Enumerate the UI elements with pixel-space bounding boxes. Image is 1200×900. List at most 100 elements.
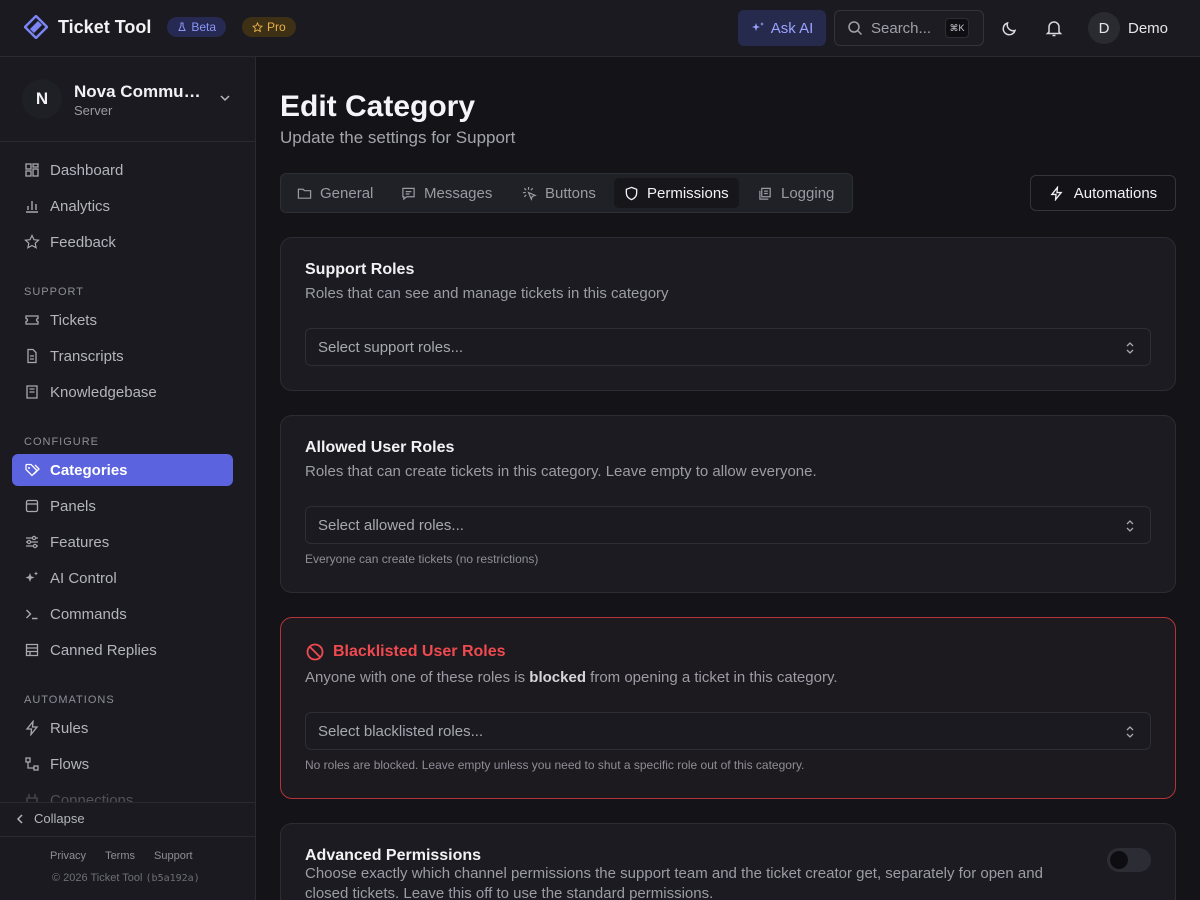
sidebar-item-label: Flows	[50, 755, 90, 773]
terms-link[interactable]: Terms	[105, 850, 135, 862]
sidebar-item-ai-control[interactable]: AI Control	[12, 562, 233, 594]
support-roles-select[interactable]: Select support roles...	[305, 328, 1151, 366]
top-bar: Ticket Tool Beta Pro Ask AI Search... ⌘K…	[0, 0, 1200, 57]
tab-logging[interactable]: Logging	[748, 178, 844, 208]
sparkles-icon	[25, 571, 38, 582]
ticket-tool-logo-icon	[24, 15, 48, 39]
sidebar-item-label: Canned Replies	[50, 641, 157, 659]
sidebar-item-label: Analytics	[50, 197, 111, 215]
sidebar-item-commands[interactable]: Commands	[12, 598, 233, 630]
sidebar-item-transcripts[interactable]: Transcripts	[12, 340, 233, 372]
tab-label: Buttons	[545, 184, 596, 202]
sidebar-item-knowledgebase[interactable]: Knowledgebase	[12, 376, 233, 408]
server-switcher[interactable]: N Nova Community Server	[0, 57, 255, 142]
footer-links: Privacy Terms Support	[50, 850, 193, 862]
beta-badge: Beta	[167, 17, 227, 37]
user-name: Demo	[1128, 19, 1169, 37]
sidebar-item-canned-replies[interactable]: Canned Replies	[12, 634, 233, 666]
sidebar-item-analytics[interactable]: Analytics	[12, 190, 233, 222]
ban-icon	[306, 643, 324, 661]
sidebar-item-label: Panels	[50, 497, 96, 515]
ticket-icon	[25, 315, 39, 325]
sidebar-item-categories[interactable]: Categories	[12, 454, 233, 486]
bolt-icon	[25, 720, 39, 736]
pro-badge: Pro	[242, 17, 296, 37]
user-menu[interactable]: D Demo	[1088, 12, 1168, 44]
card-description: Roles that can create tickets in this ca…	[305, 463, 817, 480]
flow-icon	[25, 757, 39, 771]
sidebar-item-label: Rules	[50, 719, 89, 737]
avatar: D	[1088, 12, 1120, 44]
bolt-icon	[1050, 185, 1063, 201]
tab-label: General	[320, 184, 374, 202]
sidebar-item-label: Categories	[50, 461, 128, 479]
blacklisted-roles-select[interactable]: Select blacklisted roles...	[305, 712, 1151, 750]
search-input[interactable]: Search... ⌘K	[834, 10, 984, 46]
terminal-icon	[26, 609, 38, 620]
tab-permissions[interactable]: Permissions	[614, 178, 739, 208]
automations-label: Automations	[1073, 184, 1158, 202]
ask-ai-button[interactable]: Ask AI	[738, 10, 826, 46]
sidebar-item-rules[interactable]: Rules	[12, 712, 233, 744]
sidebar-item-label: Transcripts	[50, 347, 124, 365]
support-link[interactable]: Support	[154, 850, 193, 862]
automations-button[interactable]: Automations	[1030, 175, 1176, 211]
select-placeholder: Select support roles...	[318, 338, 464, 356]
sidebar-item-label: Commands	[50, 605, 127, 623]
dashboard-icon	[25, 163, 39, 177]
search-placeholder: Search...	[871, 19, 932, 37]
tab-messages[interactable]: Messages	[391, 178, 502, 208]
tab-label: Messages	[424, 184, 493, 202]
allowed-roles-select[interactable]: Select allowed roles...	[305, 506, 1151, 544]
ask-ai-label: Ask AI	[770, 19, 814, 37]
brand[interactable]: Ticket Tool Beta Pro	[24, 15, 296, 39]
sidebar-item-panels[interactable]: Panels	[12, 490, 233, 522]
advanced-permissions-toggle[interactable]	[1107, 848, 1151, 872]
notifications-button[interactable]	[1044, 18, 1064, 38]
card-description: Choose exactly which channel permissions…	[305, 865, 1043, 900]
card-description: Roles that can see and manage tickets in…	[305, 285, 669, 302]
sidebar-item-flows[interactable]: Flows	[12, 748, 233, 780]
privacy-link[interactable]: Privacy	[50, 850, 86, 862]
tab-general[interactable]: General	[287, 178, 383, 208]
theme-toggle-button[interactable]	[1000, 18, 1020, 38]
copyright-text: © 2026 Ticket Tool	[52, 872, 143, 884]
server-avatar: N	[22, 79, 62, 119]
tab-bar: General Messages Buttons Permissions Log…	[280, 173, 853, 213]
nav-section-support: SUPPORT	[24, 286, 84, 298]
tags-icon	[25, 463, 40, 477]
sidebar-item-label: AI Control	[50, 569, 117, 587]
select-placeholder: Select allowed roles...	[318, 516, 464, 534]
bell-icon	[1045, 21, 1063, 37]
star-icon	[24, 234, 40, 249]
app-name: Ticket Tool	[58, 16, 152, 37]
allowed-roles-hint: Everyone can create tickets (no restrict…	[305, 552, 539, 566]
chevrons-up-down-icon	[1126, 726, 1134, 738]
sidebar-item-feedback[interactable]: Feedback	[12, 226, 233, 258]
collapse-button[interactable]: Collapse	[14, 811, 85, 826]
select-placeholder: Select blacklisted roles...	[318, 722, 484, 740]
collapse-label: Collapse	[34, 811, 85, 826]
tab-label: Permissions	[647, 184, 729, 202]
build-hash: (b5a192a)	[145, 873, 200, 884]
divider	[0, 836, 255, 837]
support-roles-card: Support Roles Roles that can see and man…	[280, 237, 1176, 391]
card-title: Advanced Permissions	[305, 847, 482, 864]
chevrons-up-down-icon	[1126, 342, 1134, 354]
tab-buttons[interactable]: Buttons	[512, 178, 606, 208]
search-shortcut: ⌘K	[945, 18, 969, 38]
sidebar-item-tickets[interactable]: Tickets	[12, 304, 233, 336]
chevrons-up-down-icon	[1126, 520, 1134, 532]
sparkles-icon	[751, 22, 764, 31]
chart-icon	[26, 201, 38, 213]
sidebar-item-label: Dashboard	[50, 161, 124, 179]
sidebar-item-label: Knowledgebase	[50, 383, 157, 401]
sidebar-item-features[interactable]: Features	[12, 526, 233, 558]
copyright: © 2026 Ticket Tool (b5a192a)	[52, 872, 200, 884]
sidebar-item-dashboard[interactable]: Dashboard	[12, 154, 233, 186]
search-icon	[848, 21, 863, 36]
page-title: Edit Category	[280, 90, 476, 123]
card-description: Anyone with one of these roles is blocke…	[305, 669, 838, 686]
moon-icon	[1002, 21, 1017, 36]
server-subtitle: Server	[74, 103, 113, 118]
